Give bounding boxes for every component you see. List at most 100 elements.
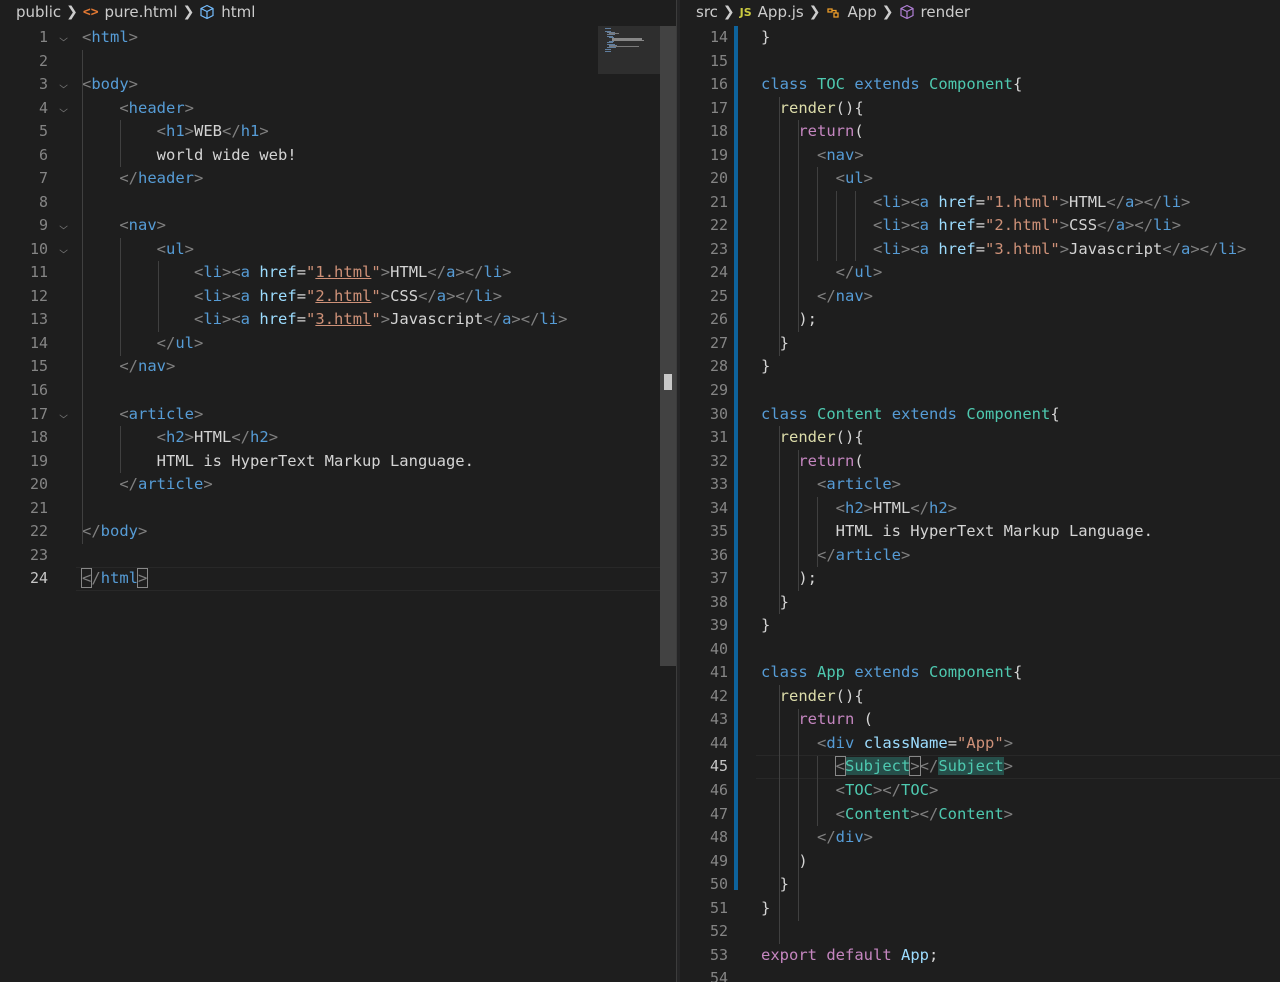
code-token: "1.html": [985, 192, 1060, 211]
line-number: 49: [709, 851, 728, 870]
code-line[interactable]: 24 </html>: [0, 567, 676, 592]
line-number: 20: [29, 475, 48, 494]
code-token: }: [761, 898, 771, 917]
vertical-scrollbar[interactable]: [660, 26, 676, 666]
line-number: 38: [709, 592, 728, 611]
code-line[interactable]: 22 <li><a href="2.html">CSS</a></li>: [680, 214, 1280, 238]
breadcrumb-symbol[interactable]: html: [199, 3, 255, 21]
code-line[interactable]: 1 ⌵ <html>: [0, 26, 676, 50]
code-line[interactable]: 41 class App extends Component{: [680, 661, 1280, 685]
fold-chevron-icon[interactable]: ⌵: [59, 403, 68, 427]
code-line[interactable]: 20 </article>: [0, 473, 676, 497]
code-line[interactable]: 10 ⌵ <ul>: [0, 238, 676, 262]
code-line[interactable]: 14}: [680, 26, 1280, 50]
breadcrumb-folder[interactable]: src: [696, 3, 718, 21]
line-number: 37: [709, 569, 728, 588]
code-line[interactable]: 26 );: [680, 308, 1280, 332]
scrollbar-grip[interactable]: [664, 374, 672, 390]
code-line[interactable]: 8: [0, 191, 676, 215]
code-line[interactable]: 51}: [680, 897, 1280, 921]
breadcrumb-file[interactable]: <> pure.html: [83, 3, 178, 21]
code-line[interactable]: 47 <Content></Content>: [680, 803, 1280, 827]
line-number: 15: [709, 51, 728, 70]
minimap-slider[interactable]: [598, 26, 660, 74]
breadcrumb-file[interactable]: JS App.js: [740, 3, 804, 21]
code-line[interactable]: 15: [680, 50, 1280, 74]
breadcrumb-class[interactable]: App: [825, 3, 877, 21]
code-line[interactable]: 37 );: [680, 567, 1280, 591]
fold-chevron-icon[interactable]: ⌵: [59, 214, 68, 238]
fold-chevron-icon[interactable]: ⌵: [59, 238, 68, 262]
code-line[interactable]: 6 world wide web!: [0, 144, 676, 168]
code-line[interactable]: 16: [0, 379, 676, 403]
code-line[interactable]: 38 }: [680, 591, 1280, 615]
code-line[interactable]: 7 </header>: [0, 167, 676, 191]
breadcrumb-folder[interactable]: public: [16, 3, 61, 21]
breadcrumb-method[interactable]: render: [899, 3, 970, 21]
code-line[interactable]: 46 <TOC></TOC>: [680, 779, 1280, 803]
code-line[interactable]: 21 <li><a href="1.html">HTML</a></li>: [680, 191, 1280, 215]
code-line[interactable]: 9 ⌵ <nav>: [0, 214, 676, 238]
code-line[interactable]: 32 return(: [680, 450, 1280, 474]
code-line[interactable]: 17 render(){: [680, 97, 1280, 121]
code-line[interactable]: 36 </article>: [680, 544, 1280, 568]
code-line[interactable]: 24 </ul>: [680, 261, 1280, 285]
code-line[interactable]: 20 <ul>: [680, 167, 1280, 191]
code-line[interactable]: 22 </body>: [0, 520, 676, 544]
code-token: ": [306, 286, 316, 305]
code-line[interactable]: 53 export default App;: [680, 944, 1280, 968]
code-line[interactable]: 35 HTML is HyperText Markup Language.: [680, 520, 1280, 544]
code-line[interactable]: 13 <li><a href="3.html">Javascript</a></…: [0, 308, 676, 332]
code-line[interactable]: 23 <li><a href="3.html">Javascript</a></…: [680, 238, 1280, 262]
code-line[interactable]: 12 <li><a href="2.html">CSS</a></li>: [0, 285, 676, 309]
code-line[interactable]: 49 ): [680, 850, 1280, 874]
code-line[interactable]: 30 class Content extends Component{: [680, 403, 1280, 427]
code-line[interactable]: 42 render(){: [680, 685, 1280, 709]
code-line[interactable]: 25 </nav>: [680, 285, 1280, 309]
code-line[interactable]: 21: [0, 497, 676, 521]
code-line[interactable]: 48 </div>: [680, 826, 1280, 850]
code-line[interactable]: 19 HTML is HyperText Markup Language.: [0, 450, 676, 474]
code-line[interactable]: 18 <h2>HTML</h2>: [0, 426, 676, 450]
html-code-editor[interactable]: 1 ⌵ <html> 2 3 ⌵ <body> 4 ⌵ <header> 5 <h1>WEB</h…: [0, 26, 676, 982]
code-line[interactable]: 52: [680, 920, 1280, 944]
code-token: extends: [854, 663, 920, 682]
code-line[interactable]: 40: [680, 638, 1280, 662]
code-line[interactable]: 29: [680, 379, 1280, 403]
code-line[interactable]: 44 <div className="App">: [680, 732, 1280, 756]
line-number: 47: [709, 804, 728, 823]
code-line[interactable]: 3 ⌵ <body>: [0, 73, 676, 97]
code-line[interactable]: 2: [0, 50, 676, 74]
code-line[interactable]: 27 }: [680, 332, 1280, 356]
js-code-editor[interactable]: 14} 15 16 class TOC extends Component{17 re…: [680, 26, 1280, 982]
code-token: >: [380, 263, 391, 282]
code-token: (){: [835, 98, 864, 117]
code-line[interactable]: 45 <Subject></Subject>: [680, 755, 1280, 780]
fold-chevron-icon[interactable]: ⌵: [59, 26, 68, 50]
code-line[interactable]: 39}: [680, 614, 1280, 638]
code-line[interactable]: 16 class TOC extends Component{: [680, 73, 1280, 97]
code-line[interactable]: 43 return (: [680, 708, 1280, 732]
code-token: nav: [138, 357, 166, 376]
code-token: li: [1162, 192, 1182, 211]
code-token: export: [761, 945, 817, 964]
code-line[interactable]: 19 <nav>: [680, 144, 1280, 168]
code-line[interactable]: 18 return(: [680, 120, 1280, 144]
code-line[interactable]: 5 <h1>WEB</h1>: [0, 120, 676, 144]
code-line[interactable]: 34 <h2>HTML</h2>: [680, 497, 1280, 521]
fold-chevron-icon[interactable]: ⌵: [59, 73, 68, 97]
code-line[interactable]: 14 </ul>: [0, 332, 676, 356]
code-line[interactable]: 54: [680, 967, 1280, 982]
code-line[interactable]: 23: [0, 544, 676, 568]
code-line[interactable]: 17 ⌵ <article>: [0, 403, 676, 427]
code-line[interactable]: 31 render(){: [680, 426, 1280, 450]
code-line[interactable]: 28}: [680, 355, 1280, 379]
code-token: 2.html: [315, 286, 372, 305]
code-line[interactable]: 15 </nav>: [0, 355, 676, 379]
code-line[interactable]: 11 <li><a href="1.html">HTML</a></li>: [0, 261, 676, 285]
code-line[interactable]: 4 ⌵ <header>: [0, 97, 676, 121]
code-line[interactable]: 33 <article>: [680, 473, 1280, 497]
fold-chevron-icon[interactable]: ⌵: [59, 97, 68, 121]
code-line[interactable]: 50 }: [680, 873, 1280, 897]
code-token: <: [156, 239, 166, 258]
